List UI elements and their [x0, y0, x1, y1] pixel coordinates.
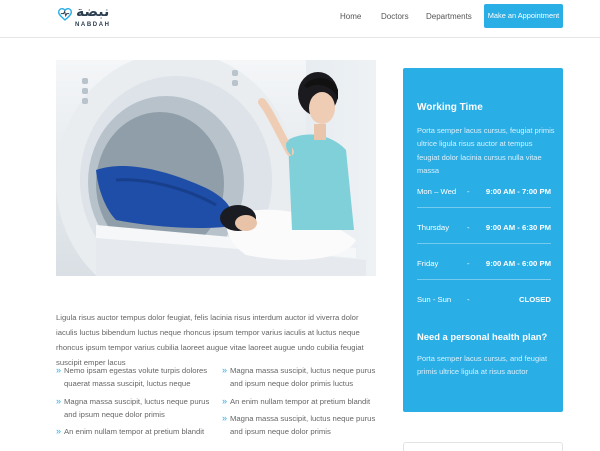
health-plan-description: Porta semper lacus cursus, and feugiat p… [417, 354, 548, 377]
hours-separator: - [467, 259, 470, 268]
hours-table: Mon – Wed - 9:00 AM - 7:00 PM Thursday -… [417, 172, 551, 316]
nav-doctors[interactable]: Doctors [381, 12, 409, 21]
chevron-right-icon: » [56, 365, 62, 375]
logo-arabic-text: نبضة [76, 4, 110, 20]
next-card-edge [403, 442, 563, 451]
list-item: » An enim nullam tempor at pretium blandi… [56, 425, 216, 438]
list-item-text: An enim nullam tempor at pretium blandit [64, 427, 205, 437]
feature-list-right: » Magna massa suscipit, luctus neque puru… [222, 364, 382, 442]
hours-row: Thursday - 9:00 AM - 6:30 PM [417, 208, 551, 244]
chevron-right-icon: » [56, 426, 62, 437]
chevron-right-icon: » [56, 395, 62, 406]
list-item: » Magna massa suscipit, luctus neque puru… [222, 364, 382, 391]
logo[interactable]: نبضة NABDAH [58, 4, 120, 31]
list-item-text: An enim nullam tempor at pretium blandit [230, 396, 371, 406]
health-plan-title: Need a personal health plan? [417, 331, 548, 342]
chevron-right-icon: » [222, 412, 228, 423]
hours-time: 9:00 AM - 6:30 PM [485, 223, 551, 232]
hours-separator: - [467, 295, 470, 304]
hours-day: Mon – Wed [417, 187, 457, 196]
hours-day: Friday [417, 259, 439, 268]
hours-time: 9:00 AM - 6:00 PM [485, 259, 551, 268]
hours-row: Sun - Sun - CLOSED [417, 280, 551, 316]
list-item-text: Magna massa suscipit, luctus neque purus… [64, 396, 210, 419]
working-time-description: Porta semper lacus cursus, feugiat primi… [417, 126, 555, 175]
list-item: » Magna massa suscipit, luctus neque puru… [56, 395, 216, 422]
hours-day: Thursday [417, 223, 450, 232]
hours-row: Mon – Wed - 9:00 AM - 7:00 PM [417, 172, 551, 208]
feature-list-left: » Nemo ipsam egestas volute turpis dolore… [56, 364, 216, 442]
make-appointment-button[interactable]: Make an Appointment [484, 4, 563, 28]
list-item-text: Magna massa suscipit, luctus neque purus… [230, 413, 376, 437]
working-time-panel: Working Time Porta semper lacus cursus, … [403, 68, 563, 412]
logo-latin-text: NABDAH [75, 22, 111, 28]
list-item-text: Nemo ipsam egestas volute turpis dolores… [64, 366, 208, 389]
intro-paragraph: Ligula risus auctor tempus dolor feugiat… [56, 313, 364, 367]
nav-departments[interactable]: Departments [426, 12, 472, 21]
mri-scan-illustration [56, 60, 376, 276]
hours-day: Sun - Sun [417, 295, 452, 304]
hours-separator: - [467, 187, 470, 196]
hours-time: 9:00 AM - 7:00 PM [485, 187, 551, 196]
chevron-right-icon: » [222, 395, 228, 406]
hours-time: CLOSED [518, 295, 551, 304]
list-item-text: Magna massa suscipit, luctus neque purus… [230, 366, 376, 389]
site-header: نبضة NABDAH Home Doctors Departments Mak… [0, 0, 600, 38]
list-item: » Nemo ipsam egestas volute turpis dolore… [56, 364, 216, 391]
nav-home[interactable]: Home [340, 12, 361, 21]
hero-image-mri [56, 60, 376, 276]
hours-row: Friday - 9:00 AM - 6:00 PM [417, 244, 551, 280]
list-item: » Magna massa suscipit, luctus neque puru… [222, 412, 382, 439]
chevron-right-icon: » [222, 365, 228, 375]
list-item: » An enim nullam tempor at pretium blandi… [222, 395, 382, 408]
hours-separator: - [467, 223, 470, 232]
heart-pulse-icon [58, 8, 72, 21]
working-time-title: Working Time [417, 102, 483, 113]
